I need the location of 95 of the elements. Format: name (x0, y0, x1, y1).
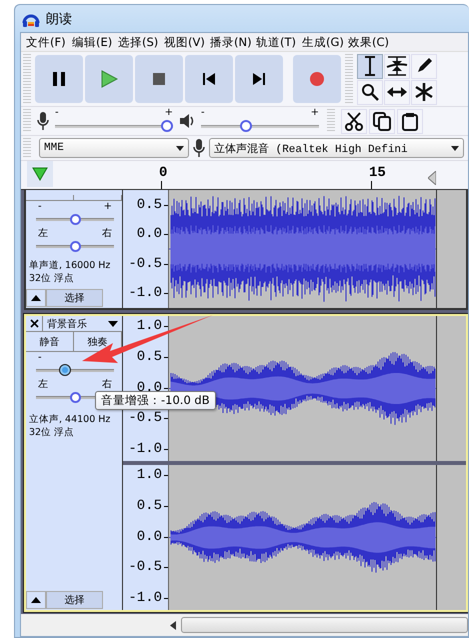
ruler-label: 0.0 (136, 228, 168, 240)
stop-icon (152, 72, 166, 86)
menu-item[interactable]: 效果(C) (343, 34, 389, 50)
magnifier-icon (361, 83, 379, 101)
slider-thumb[interactable] (161, 120, 173, 132)
scissors-icon (345, 112, 363, 130)
ruler-label: 0.5 (136, 198, 168, 211)
menu-item[interactable]: 编辑(E) (67, 34, 113, 50)
toolbar-grip[interactable] (23, 138, 31, 158)
skip-end-icon (252, 72, 266, 86)
ruler-label: -1.0 (128, 287, 168, 300)
skip-to-start-button[interactable] (185, 55, 233, 103)
tool-button[interactable] (357, 54, 383, 78)
menu-item[interactable]: 选择(S) (113, 34, 159, 50)
record-icon (309, 71, 325, 87)
toolbar-grip[interactable] (23, 109, 31, 133)
sample-format: 32位 浮点 (29, 426, 76, 439)
copy-icon (373, 112, 391, 130)
skip-start-icon (202, 72, 216, 86)
track-format: 立体声, 44100 Hz (29, 413, 112, 426)
slider-thumb[interactable] (70, 214, 80, 225)
slider-label: 左 (38, 228, 48, 239)
window-title: 朗读 (46, 10, 72, 28)
ruler-label: -1.0 (128, 592, 168, 604)
select-button[interactable]: 选择 (46, 591, 103, 609)
slider-label: 左 (38, 379, 48, 390)
menu-item[interactable]: 视图(V) (159, 34, 205, 50)
copy-button[interactable] (369, 108, 395, 134)
plus-label: + (310, 107, 319, 118)
tooltip: 音量增强：-10.0 dB (95, 391, 216, 410)
ruler-label: 0.0 (136, 530, 168, 542)
triangle-icon (31, 597, 41, 603)
audio-host-dropdown[interactable]: MME (39, 138, 189, 158)
skip-to-end-button[interactable] (235, 55, 283, 103)
dropdown-value: 立体声混音 (Realtek High Defini (214, 142, 408, 156)
menu-item[interactable]: 轨道(T) (251, 34, 297, 50)
slider-label: - (38, 201, 42, 212)
menu-item[interactable]: 生成(G) (297, 34, 343, 50)
scrollbar-thumb[interactable] (181, 617, 468, 633)
ruler-label: 15 (369, 165, 386, 181)
toolbar-grip[interactable] (23, 54, 31, 104)
menu-item[interactable]: 文件(F) (21, 34, 67, 50)
ibeam-icon (364, 56, 376, 76)
ruler-label: 1.0 (136, 469, 168, 481)
track-name: 背景音乐 (47, 318, 87, 330)
select-button[interactable]: 选择 (46, 289, 103, 307)
collapse-button[interactable] (26, 289, 46, 307)
ruler-label: 1.0 (136, 320, 168, 332)
pencil-icon (415, 57, 433, 75)
microphone-icon (37, 111, 49, 131)
ruler-label: 0 (159, 165, 168, 181)
collapse-button[interactable] (26, 591, 46, 609)
scissors-button[interactable] (341, 108, 367, 134)
triangle-icon (32, 167, 48, 181)
slider-thumb[interactable] (70, 392, 80, 403)
track-format: 单声道, 16000 Hz (29, 259, 112, 272)
ruler-label: -0.5 (128, 412, 168, 424)
pause-button[interactable] (35, 55, 83, 103)
triangle-icon (31, 295, 41, 301)
pause-icon (50, 70, 68, 88)
slider-thumb[interactable] (240, 120, 252, 132)
ruler-label: -1.0 (128, 443, 168, 455)
clipboard-icon (401, 112, 419, 130)
double-arrow-icon (387, 86, 407, 98)
close-icon (30, 319, 38, 328)
left-arrow-icon (170, 620, 176, 630)
speaker-icon (179, 113, 195, 129)
play-head-button[interactable] (27, 161, 53, 187)
clipboard-button[interactable] (397, 108, 423, 134)
minus-label: - (201, 107, 205, 118)
slider-label: - (38, 352, 42, 363)
record-button[interactable] (293, 55, 341, 103)
input-device-dropdown[interactable]: 立体声混音 (Realtek High Defini (209, 138, 464, 158)
minus-label: - (55, 107, 59, 118)
ruler-label: 0.0 (136, 382, 168, 394)
slider-thumb[interactable] (70, 241, 80, 252)
ruler-label: 0.5 (136, 500, 168, 512)
envelope-icon (386, 56, 408, 76)
plus-label: + (164, 107, 173, 118)
caret-icon (108, 320, 118, 326)
asterisk-icon (414, 82, 434, 102)
slider-thumb[interactable] (59, 364, 72, 376)
sample-format: 32位 浮点 (29, 272, 76, 285)
menu-item[interactable]: 播录(N) (205, 34, 251, 50)
ruler-label: -0.5 (128, 561, 168, 574)
microphone-icon (193, 138, 205, 158)
ruler-label: -0.5 (128, 258, 168, 270)
slider-label: 右 (102, 228, 112, 239)
playhead-marker-icon (428, 171, 436, 185)
slider-label: + (104, 201, 112, 212)
ruler-label: 0.5 (136, 350, 168, 363)
slider-label: 右 (102, 379, 112, 390)
dropdown-value: MME (44, 142, 64, 154)
play-icon (100, 70, 118, 88)
stop-button[interactable] (135, 55, 183, 103)
